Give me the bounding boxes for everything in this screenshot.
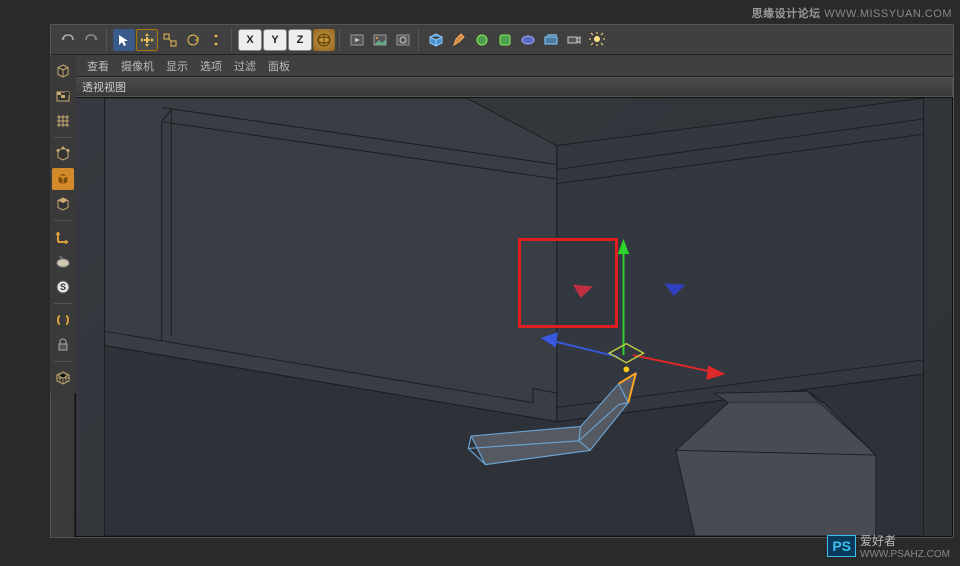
rotate-tool[interactable] (182, 29, 204, 51)
main-toolbar: X Y Z (51, 25, 953, 55)
tweak-mode[interactable] (52, 251, 74, 273)
point-mode[interactable] (52, 143, 74, 165)
menu-options[interactable]: 选项 (200, 58, 222, 74)
mode-toolbar: S (50, 56, 76, 393)
snap-toggle[interactable]: S (52, 276, 74, 298)
redo-button[interactable] (80, 29, 102, 51)
move-tool[interactable] (136, 29, 158, 51)
bottom-watermark: PS 爱好者 WWW.PSAHZ.COM (827, 532, 950, 560)
app-frame: X Y Z 查看 摄像机 显示 选项 过滤 面板 (50, 24, 954, 538)
object-nurbs[interactable] (471, 29, 493, 51)
annotation-highlight-box (518, 238, 618, 328)
z-axis-lock[interactable]: Z (288, 29, 312, 51)
viewport-3d[interactable] (75, 97, 953, 537)
object-environment[interactable] (540, 29, 562, 51)
object-deformer[interactable] (517, 29, 539, 51)
edge-mode[interactable] (52, 168, 74, 190)
viewport-scene (76, 98, 952, 536)
y-axis-lock[interactable]: Y (263, 29, 287, 51)
texture-mode[interactable] (52, 110, 74, 132)
lock-icon[interactable] (52, 334, 74, 356)
undo-button[interactable] (57, 29, 79, 51)
watermark-url: WWW.MISSYUAN.COM (824, 8, 952, 20)
menu-display[interactable]: 显示 (166, 58, 188, 74)
render-view[interactable] (346, 29, 368, 51)
axis-mode[interactable] (52, 226, 74, 248)
object-cube[interactable] (425, 29, 447, 51)
object-camera[interactable] (563, 29, 585, 51)
top-watermark: 思缘设计论坛 WWW.MISSYUAN.COM (752, 5, 952, 21)
coordinate-system[interactable] (313, 29, 335, 51)
viewport-container: 透视视图 (51, 77, 953, 537)
viewport-solo[interactable] (52, 367, 74, 389)
menu-filter[interactable]: 过滤 (234, 58, 256, 74)
polygon-mode[interactable] (52, 193, 74, 215)
x-axis-lock[interactable]: X (238, 29, 262, 51)
divider (54, 220, 72, 221)
workplane-toggle[interactable] (52, 309, 74, 331)
watermark-brand: 思缘设计论坛 (752, 8, 821, 20)
menu-view[interactable]: 查看 (87, 58, 109, 74)
last-tool[interactable] (205, 29, 227, 51)
object-light[interactable] (586, 29, 608, 51)
select-tool[interactable] (113, 29, 135, 51)
divider (54, 137, 72, 138)
make-editable-button[interactable] (52, 60, 74, 82)
render-settings[interactable] (392, 29, 414, 51)
watermark-url-bottom: WWW.PSAHZ.COM (860, 549, 950, 560)
viewport-menubar: 查看 摄像机 显示 选项 过滤 面板 (51, 55, 953, 77)
model-mode[interactable] (52, 85, 74, 107)
watermark-brand-bottom: 爱好者 (860, 534, 896, 548)
divider (54, 361, 72, 362)
svg-text:S: S (60, 282, 66, 292)
menu-panel[interactable]: 面板 (268, 58, 290, 74)
viewport-title: 透视视图 (82, 79, 126, 95)
viewport-header: 透视视图 (75, 77, 953, 97)
object-generator[interactable] (494, 29, 516, 51)
scale-tool[interactable] (159, 29, 181, 51)
render-picture[interactable] (369, 29, 391, 51)
divider (54, 303, 72, 304)
object-pen[interactable] (448, 29, 470, 51)
ps-badge: PS (827, 535, 856, 557)
menu-camera[interactable]: 摄像机 (121, 58, 154, 74)
